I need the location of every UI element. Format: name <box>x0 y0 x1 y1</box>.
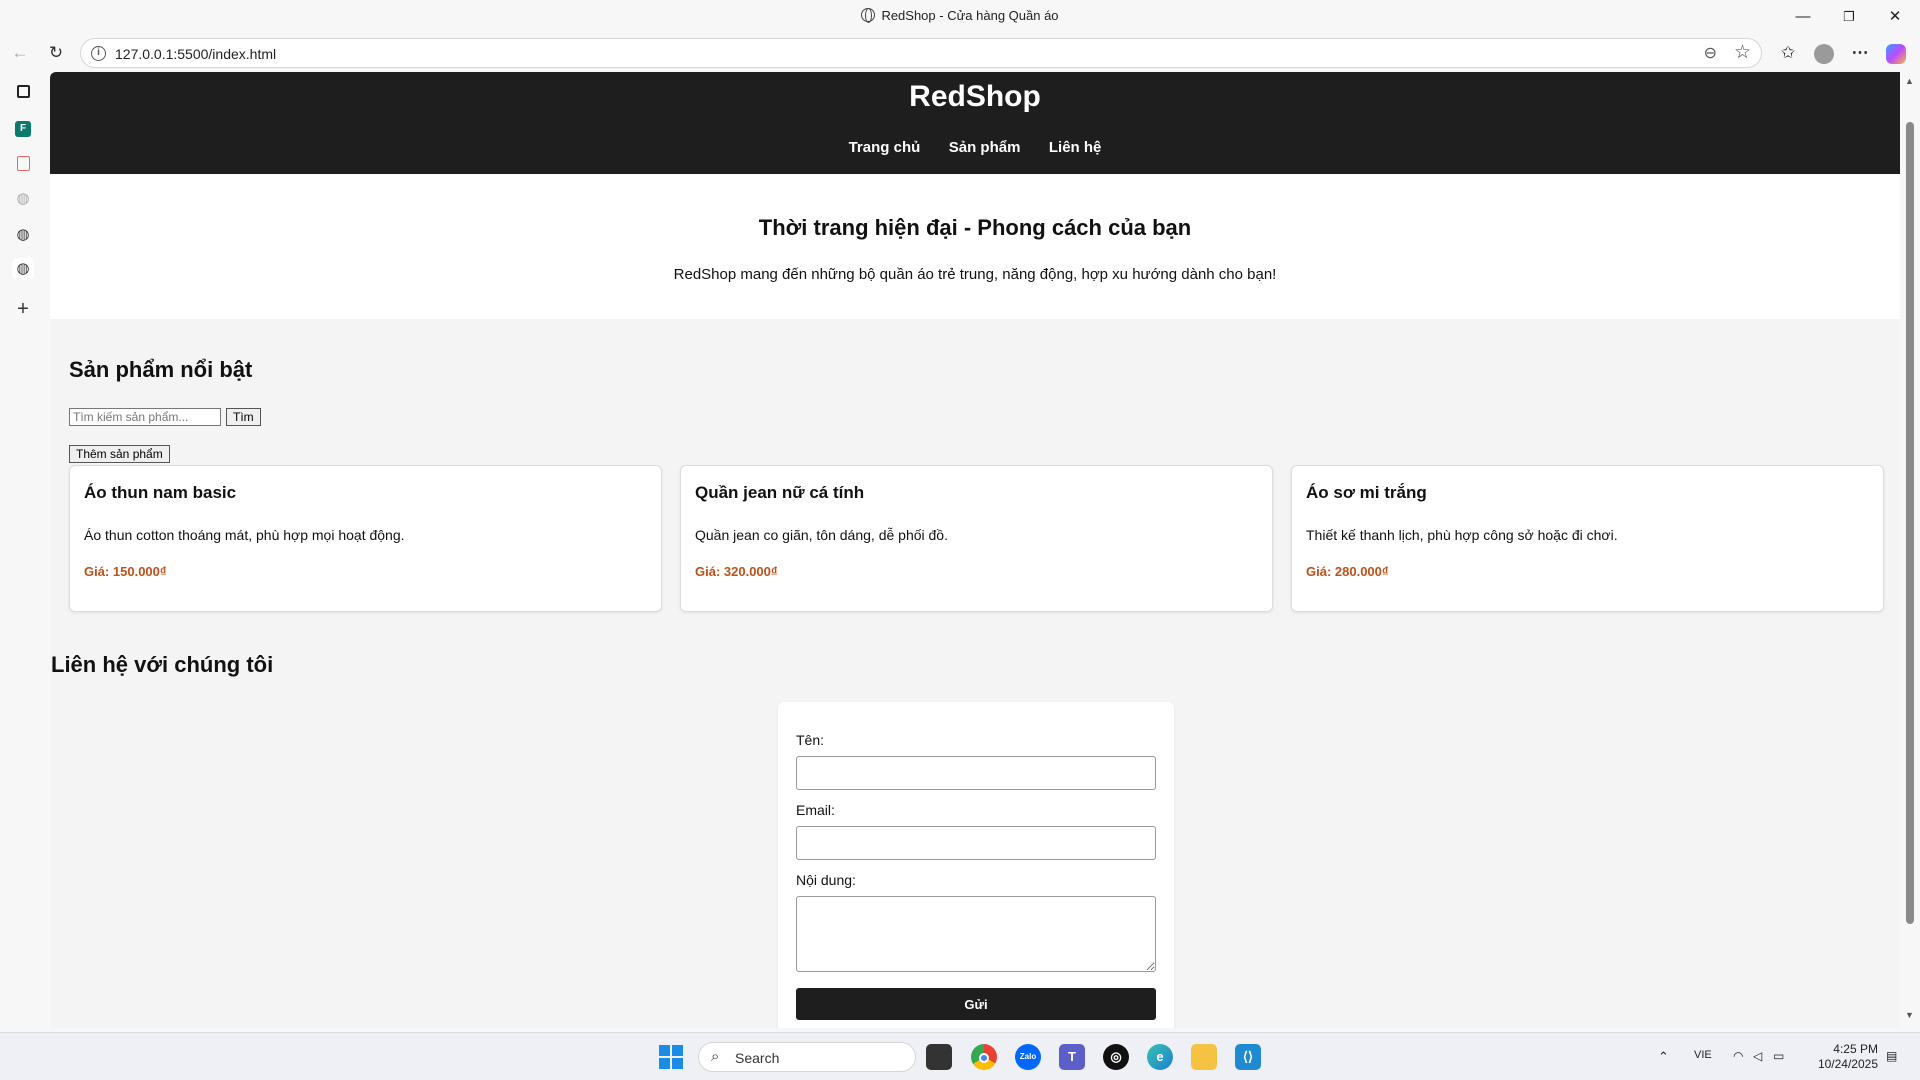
search-button[interactable]: Tìm <box>226 408 261 426</box>
profile-avatar-icon[interactable] <box>1812 41 1836 65</box>
product-description: Quần jean co giãn, tôn dáng, dễ phối đồ. <box>695 527 948 543</box>
product-card[interactable]: Áo sơ mi trắng Thiết kế thanh lịch, phù … <box>1291 465 1884 612</box>
submit-button[interactable]: Gửi <box>796 988 1156 1020</box>
product-description: Áo thun cotton thoáng mát, phù hợp mọi h… <box>84 527 405 543</box>
back-icon[interactable]: ← <box>8 41 32 65</box>
task-view-icon[interactable] <box>926 1044 952 1070</box>
message-textarea[interactable] <box>796 896 1156 972</box>
nav-products-link[interactable]: Sản phẩm <box>949 139 1021 156</box>
site-header: RedShop Trang chủ Sản phẩm Liên hệ <box>50 72 1900 174</box>
close-button[interactable]: ✕ <box>1872 4 1918 30</box>
contact-heading: Liên hệ với chúng tôi <box>51 652 274 677</box>
taskbar-search[interactable]: ⌕ Search <box>698 1042 916 1072</box>
globe-tab-icon[interactable]: ◍ <box>12 188 34 210</box>
product-card[interactable]: Quần jean nữ cá tính Quần jean co giãn, … <box>680 465 1273 612</box>
teams-icon[interactable]: T <box>1059 1044 1085 1070</box>
product-price: Giá: 150.000₫ <box>84 564 167 579</box>
message-label: Nội dung: <box>796 872 856 888</box>
hero-subtitle: RedShop mang đến những bộ quần áo trẻ tr… <box>673 266 1277 283</box>
hero-banner: Thời trang hiện đại - Phong cách của bạn… <box>50 174 1900 319</box>
product-card[interactable]: Áo thun nam basic Áo thun cotton thoáng … <box>69 465 662 612</box>
window-title: RedShop - Cửa hàng Quần áo <box>0 8 1920 23</box>
zalo-icon[interactable]: Zalo <box>1015 1044 1041 1070</box>
restore-button[interactable]: ❐ <box>1826 4 1872 30</box>
globe-tab-active-icon[interactable]: ◍ <box>12 258 34 280</box>
vscode-icon[interactable]: ⟨⟩ <box>1235 1044 1261 1070</box>
notification-icon[interactable]: ▤ <box>1886 1049 1897 1063</box>
new-tab-plus-icon[interactable]: + <box>12 298 34 320</box>
window-title-text: RedShop - Cửa hàng Quần áo <box>881 8 1059 23</box>
more-menu-icon[interactable]: ⋯ <box>1848 41 1872 65</box>
contact-form: Tên: Email: Nội dung: Gửi <box>778 702 1174 1028</box>
edge-icon[interactable]: e <box>1147 1044 1173 1070</box>
language-indicator[interactable]: VIE <box>1694 1049 1712 1061</box>
nav-contact-link[interactable]: Liên hệ <box>1049 139 1102 156</box>
battery-icon[interactable]: ▭ <box>1773 1049 1784 1063</box>
volume-icon[interactable]: ◁ <box>1753 1049 1762 1063</box>
wifi-icon[interactable]: ◠ <box>1733 1049 1743 1063</box>
address-bar[interactable]: i 127.0.0.1:5500/index.html ⊖ ☆ <box>80 38 1762 68</box>
chrome-icon[interactable] <box>971 1044 997 1070</box>
favorite-star-icon[interactable]: ☆ <box>1734 41 1751 64</box>
page-viewport: RedShop Trang chủ Sản phẩm Liên hệ Thời … <box>50 72 1900 1028</box>
site-info-icon[interactable]: i <box>91 46 106 61</box>
favorites-icon[interactable]: ✩ <box>1776 41 1800 65</box>
product-price: Giá: 320.000₫ <box>695 564 778 579</box>
address-url[interactable]: 127.0.0.1:5500/index.html <box>115 46 276 62</box>
tray-chevron-icon[interactable]: ⌃ <box>1658 1049 1669 1065</box>
taskbar-search-label: Search <box>735 1050 780 1066</box>
name-field[interactable] <box>796 756 1156 790</box>
hero-title: Thời trang hiện đại - Phong cách của bạn <box>758 215 1192 240</box>
taskbar-clock[interactable]: 4:25 PM 10/24/2025 <box>1812 1042 1878 1072</box>
refresh-icon[interactable]: ↻ <box>44 41 68 65</box>
browser-sidebar: F ◍ ◍ ◍ + <box>0 72 48 1032</box>
tab-actions-icon[interactable] <box>12 80 34 102</box>
nav-home-link[interactable]: Trang chủ <box>849 139 921 156</box>
products-heading: Sản phẩm nổi bật <box>69 357 253 382</box>
clock-time: 4:25 PM <box>1833 1042 1878 1056</box>
zoom-icon[interactable]: ⊖ <box>1704 43 1717 63</box>
file-explorer-icon[interactable] <box>1191 1044 1217 1070</box>
add-product-button[interactable]: Thêm sản phẩm <box>69 445 170 463</box>
forms-app-icon[interactable]: F <box>12 116 34 138</box>
globe-tab-icon[interactable]: ◍ <box>12 224 34 246</box>
product-name: Áo sơ mi trắng <box>1306 483 1427 502</box>
page-scrollbar[interactable]: ▲ ▼ <box>1901 72 1920 1028</box>
pdf-tab-icon[interactable] <box>12 152 34 174</box>
browser-toolbar: ← ↻ i 127.0.0.1:5500/index.html ⊖ ☆ ✩ ⋯ <box>0 34 1920 72</box>
product-search-input[interactable] <box>69 408 221 426</box>
windows-start-icon[interactable] <box>658 1044 684 1070</box>
scroll-down-icon[interactable]: ▼ <box>1905 1010 1914 1020</box>
minimize-button[interactable]: — <box>1780 4 1826 30</box>
app-icon[interactable]: ◎ <box>1103 1044 1129 1070</box>
site-logo[interactable]: RedShop <box>50 80 1900 114</box>
scroll-up-icon[interactable]: ▲ <box>1905 76 1914 86</box>
globe-icon <box>861 8 876 23</box>
product-name: Quần jean nữ cá tính <box>695 483 865 502</box>
clock-date: 10/24/2025 <box>1817 1057 1878 1071</box>
product-description: Thiết kế thanh lịch, phù hợp công sở hoặ… <box>1306 527 1618 543</box>
email-field[interactable] <box>796 826 1156 860</box>
window-titlebar: RedShop - Cửa hàng Quần áo — ❐ ✕ <box>0 0 1920 34</box>
main-nav: Trang chủ Sản phẩm Liên hệ <box>50 139 1900 157</box>
product-name: Áo thun nam basic <box>84 483 237 502</box>
name-label: Tên: <box>796 732 825 748</box>
scrollbar-thumb[interactable] <box>1906 122 1914 924</box>
copilot-icon[interactable] <box>1884 41 1908 65</box>
product-price: Giá: 280.000₫ <box>1306 564 1389 579</box>
search-icon: ⌕ <box>711 1048 720 1065</box>
windows-taskbar: ⌕ Search Zalo T ◎ e ⟨⟩ ⌃ VIE ◠ ◁ ▭ 4:25 … <box>0 1032 1920 1080</box>
email-label: Email: <box>796 802 835 818</box>
